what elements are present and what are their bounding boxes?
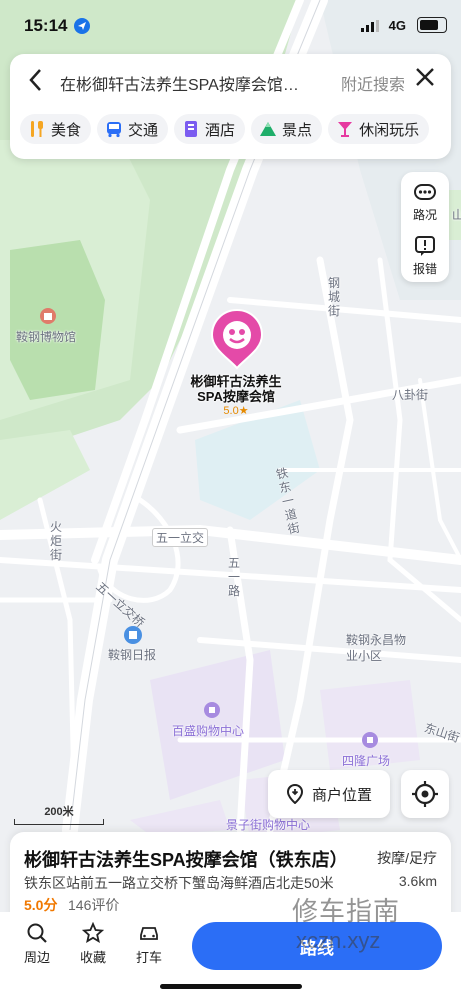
poi-name-line2: SPA按摩会馆 [197,389,275,404]
label-baisheng[interactable]: 百盛购物中心 [172,722,244,739]
star-icon [82,922,104,944]
place-name: 彬御轩古法养生SPA按摩会馆（铁东店） [24,850,348,870]
location-arrow-icon [74,18,90,34]
place-category: 按摩/足疗 [377,850,437,866]
place-address: 铁东区站前五一路立交桥下蟹岛海鲜酒店北走50米 [24,875,334,891]
watermark-url: xczn.xyz [296,928,381,953]
battery-icon [417,17,447,33]
shopping-icon [362,732,378,753]
watermark-title: 修车指南 [292,896,401,926]
home-indicator [160,984,302,989]
label-museum[interactable]: 鞍钢博物馆 [16,328,76,345]
traffic-icon [414,184,436,200]
map-side-controls: 路况 报错 [401,172,449,282]
category-hotel[interactable]: 酒店 [174,114,246,144]
category-label: 景点 [282,121,313,139]
favorite-label: 收藏 [79,950,106,965]
location-pin-icon [286,784,303,804]
bus-icon [105,120,123,138]
label-silong[interactable]: 四隆广场 [342,752,390,769]
category-leisure[interactable]: 休闲玩乐 [328,114,430,144]
museum-icon [40,308,56,329]
category-transport[interactable]: 交通 [97,114,169,144]
report-error-button[interactable]: 报错 [401,234,449,277]
report-label: 报错 [412,262,437,276]
label-bagua-street: 八卦街 [392,388,429,402]
hotel-icon [182,120,200,138]
traffic-label: 路况 [412,208,437,222]
label-wuyi-road: 五一路 [228,556,241,598]
nearby-label: 周边 [23,950,50,965]
category-label: 交通 [128,121,159,139]
spa-pin-icon [210,308,264,370]
category-label: 美食 [51,121,82,139]
locate-me-button[interactable] [401,770,449,818]
poi-rating: 5.0★ [223,405,249,417]
fork-knife-icon [28,120,46,138]
label-shan: 山 [452,208,461,222]
label-huoju-street: 火炬街 [50,520,63,562]
search-icon [27,923,47,943]
signal-icon [361,19,381,37]
category-food[interactable]: 美食 [20,114,92,144]
network-type: 4G [388,18,406,33]
nearby-button[interactable]: 周边 [12,922,62,966]
poi-pin[interactable] [210,308,264,377]
back-icon[interactable] [28,68,42,99]
place-distance: 3.6km [398,873,437,889]
taxi-button[interactable]: 打车 [124,922,174,966]
traffic-button[interactable]: 路况 [401,180,449,223]
favorite-button[interactable]: 收藏 [68,922,118,966]
scale-label: 200米 [44,806,74,818]
close-icon[interactable] [414,64,436,95]
mountain-icon [259,120,277,138]
category-scenic[interactable]: 景点 [251,114,323,144]
label-yongchang[interactable]: 鞍钢永昌物业小区 [346,632,410,664]
label-jingzijie[interactable]: 景子街购物中心 [226,816,310,833]
merchant-location-label: 商户位置 [311,786,372,804]
category-label: 休闲玩乐 [359,121,420,139]
search-query[interactable]: 在彬御轩古法养生SPA按摩会馆… [60,71,335,95]
nearby-search-label[interactable]: 附近搜索 [341,71,405,95]
category-chips: 美食 交通 酒店 景点 休闲玩乐 [20,114,430,144]
label-angang-daily[interactable]: 鞍钢日报 [108,646,156,663]
cocktail-icon [336,120,354,138]
merchant-location-button[interactable]: 商户位置 [268,770,390,818]
taxi-label: 打车 [135,950,162,965]
poi-name-line1: 彬御轩古法养生 [190,374,282,389]
shopping-icon [204,702,220,723]
label-gangcheng-street: 钢城街 [328,276,341,318]
status-bar: 15:14 4G [0,0,461,50]
status-time: 15:14 [24,16,68,35]
report-icon [415,236,435,256]
map-scale: 200米 [14,803,104,825]
category-label: 酒店 [205,121,236,139]
search-card: 在彬御轩古法养生SPA按摩会馆… 附近搜索 美食 交通 酒店 景点 休闲玩乐 [10,54,451,159]
crosshair-icon [412,781,438,807]
label-wuyi-interchange: 五一立交 [152,528,209,547]
poi-name-label[interactable]: 彬御轩古法养生 SPA按摩会馆 [176,374,296,404]
scale-bar [14,819,104,825]
car-icon [140,927,158,940]
